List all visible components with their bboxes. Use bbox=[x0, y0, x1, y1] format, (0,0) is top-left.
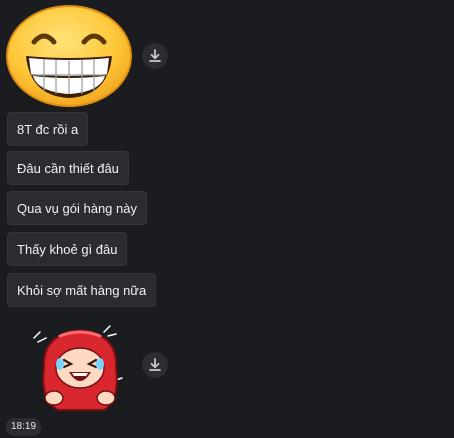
message-bubble[interactable]: Đâu cần thiết đâu bbox=[7, 151, 129, 185]
chat-thread: 8T đc rồi a Đâu cần thiết đâu Qua vụ gói… bbox=[0, 0, 454, 438]
message-bubble[interactable]: Thấy khoẻ gì đâu bbox=[7, 232, 128, 266]
message-bubble[interactable]: Khỏi sợ mất hàng nữa bbox=[7, 273, 157, 307]
download-icon bbox=[149, 49, 161, 62]
download-button[interactable] bbox=[142, 43, 168, 69]
laughing-red-hood-icon bbox=[33, 325, 123, 411]
download-icon bbox=[149, 358, 161, 371]
download-button[interactable] bbox=[142, 352, 168, 378]
message-bubble[interactable]: Qua vụ gói hàng này bbox=[7, 191, 147, 225]
grinning-face-sticker[interactable] bbox=[4, 4, 134, 108]
message-timestamp: 18:19 bbox=[6, 418, 42, 436]
grinning-face-icon bbox=[6, 5, 132, 107]
message-bubble[interactable]: 8T đc rồi a bbox=[7, 112, 89, 146]
laughing-red-hood-sticker[interactable] bbox=[24, 320, 136, 416]
